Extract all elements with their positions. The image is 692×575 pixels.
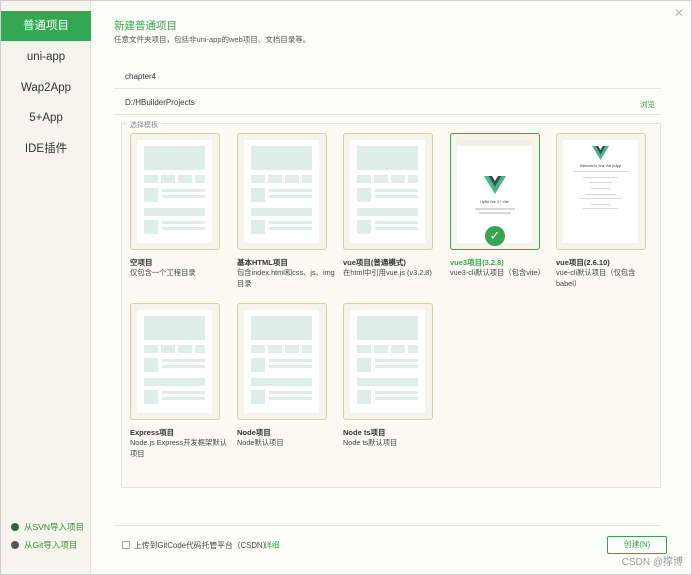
vue-logo-icon bbox=[592, 146, 609, 160]
template-card-node[interactable]: Node项目 Node默认项目 bbox=[237, 303, 327, 463]
import-svn-label: 从SVN导入项目 bbox=[24, 522, 84, 532]
template-desc: Node ts默认项目 bbox=[343, 438, 398, 447]
vue-preview-text: HyBit Vue 3 + Vite bbox=[480, 200, 509, 204]
vue-preview: Welcome to Your Vue.js App bbox=[563, 140, 638, 243]
svn-icon bbox=[11, 523, 19, 531]
template-desc: 包含index.html和css、js、img目录 bbox=[237, 268, 335, 288]
selected-check-icon: ✓ bbox=[485, 226, 505, 246]
template-desc: 在html中引用vue.js (v3.2.8) bbox=[343, 268, 432, 277]
page-title: 新建普通项目 bbox=[114, 20, 177, 32]
sidebar-item-uni-app[interactable]: uni-app bbox=[1, 42, 91, 72]
template-title: Node ts项目 bbox=[343, 428, 386, 437]
template-thumbnail[interactable] bbox=[130, 133, 220, 250]
template-desc: 仅包含一个工程目录 bbox=[130, 268, 196, 277]
template-card-node-ts[interactable]: Node ts项目 Node ts默认项目 bbox=[343, 303, 433, 463]
vue-preview-text: Welcome to Your Vue.js App bbox=[579, 164, 622, 168]
template-desc: vue3-cli默认项目（包含vite） bbox=[450, 268, 545, 277]
template-title: vue3项目(3.2.8) bbox=[450, 258, 504, 267]
import-svn-link[interactable]: 从SVN导入项目 bbox=[11, 521, 84, 533]
template-title: 基本HTML项目 bbox=[237, 258, 288, 267]
sidebar-item-wap2app[interactable]: Wap2App bbox=[1, 73, 91, 103]
template-desc: Node.js Express开发框架默认项目 bbox=[130, 438, 227, 458]
wireframe-preview bbox=[244, 310, 319, 413]
template-desc: vue-cli默认项目（仅包含babel） bbox=[556, 268, 636, 288]
sidebar-item-normal-project[interactable]: 普通项目 bbox=[1, 11, 91, 41]
template-card-vue-normal[interactable]: vue项目(普通模式) 在html中引用vue.js (v3.2.8) bbox=[343, 133, 433, 293]
template-card-vue2[interactable]: Welcome to Your Vue.js App vue项目(2.6.10)… bbox=[556, 133, 646, 293]
sidebar-item-5plus-app[interactable]: 5+App bbox=[1, 103, 91, 133]
project-name-field bbox=[114, 67, 661, 89]
vue-logo-icon bbox=[484, 176, 506, 194]
wireframe-preview bbox=[350, 140, 425, 243]
template-title: 空项目 bbox=[130, 258, 153, 267]
template-title: Express项目 bbox=[130, 428, 175, 437]
location-input[interactable] bbox=[125, 98, 605, 107]
template-group-label: 选择模板 bbox=[127, 120, 161, 130]
template-thumbnail[interactable] bbox=[130, 303, 220, 420]
wireframe-preview bbox=[137, 310, 212, 413]
template-card-empty[interactable]: 空项目 仅包含一个工程目录 bbox=[130, 133, 220, 293]
template-title: vue项目(2.6.10) bbox=[556, 258, 610, 267]
details-link[interactable]: 详细 bbox=[264, 540, 280, 551]
sidebar: 普通项目 uni-app Wap2App 5+App IDE插件 从SVN导入项… bbox=[1, 1, 91, 574]
create-button[interactable]: 创建(N) bbox=[607, 536, 667, 554]
close-icon[interactable]: ✕ bbox=[673, 7, 685, 19]
project-name-input[interactable] bbox=[125, 72, 605, 81]
template-title: Node项目 bbox=[237, 428, 271, 437]
template-desc: Node默认项目 bbox=[237, 438, 284, 447]
template-thumbnail[interactable] bbox=[237, 133, 327, 250]
upload-gitcode-label: 上传到GitCode代码托管平台（CSDN） bbox=[134, 541, 271, 550]
browse-button[interactable]: 浏览 bbox=[640, 99, 655, 110]
wireframe-preview bbox=[137, 140, 212, 243]
footer-divider bbox=[114, 525, 661, 526]
template-thumbnail[interactable]: HyBit Vue 3 + Vite ✓ bbox=[450, 133, 540, 250]
template-card-express[interactable]: Express项目 Node.js Express开发框架默认项目 bbox=[130, 303, 227, 463]
template-thumbnail[interactable] bbox=[343, 133, 433, 250]
page-subtitle: 任意文件夹项目，包括非uni-app的web项目、文档目录等。 bbox=[114, 35, 311, 44]
template-card-vue3[interactable]: HyBit Vue 3 + Vite ✓ vue3项目(3.2.8) vue3-… bbox=[450, 133, 545, 293]
location-field: 浏览 bbox=[114, 93, 661, 115]
new-project-dialog: 普通项目 uni-app Wap2App 5+App IDE插件 从SVN导入项… bbox=[0, 0, 692, 575]
import-git-label: 从Git导入项目 bbox=[24, 540, 78, 550]
template-card-basic-html[interactable]: 基本HTML项目 包含index.html和css、js、img目录 bbox=[237, 133, 335, 293]
template-thumbnail[interactable] bbox=[237, 303, 327, 420]
git-icon bbox=[11, 541, 19, 549]
upload-gitcode-checkbox[interactable] bbox=[122, 541, 130, 549]
import-git-link[interactable]: 从Git导入项目 bbox=[11, 539, 77, 551]
sidebar-item-ide-plugin[interactable]: IDE插件 bbox=[1, 134, 91, 164]
template-title: vue项目(普通模式) bbox=[343, 258, 406, 267]
template-thumbnail[interactable] bbox=[343, 303, 433, 420]
main-panel: ✕ 新建普通项目 任意文件夹项目，包括非uni-app的web项目、文档目录等。… bbox=[92, 1, 691, 574]
wireframe-preview bbox=[350, 310, 425, 413]
template-thumbnail[interactable]: Welcome to Your Vue.js App bbox=[556, 133, 646, 250]
wireframe-preview bbox=[244, 140, 319, 243]
watermark: CSDN @撑博 bbox=[621, 557, 683, 568]
